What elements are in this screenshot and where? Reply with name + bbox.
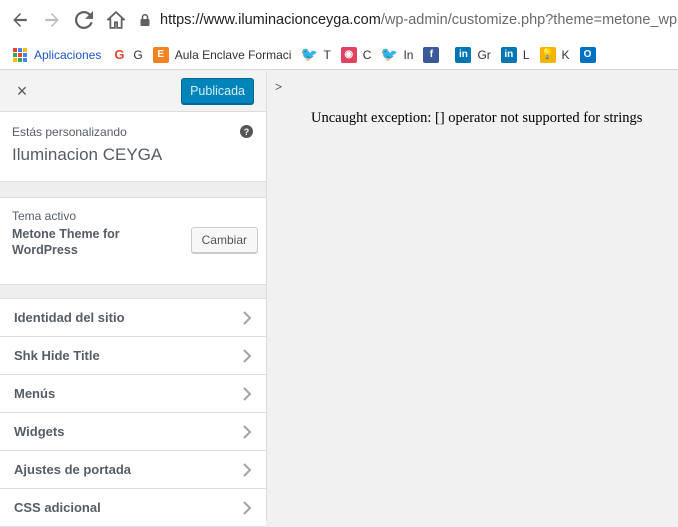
bookmark-outlook[interactable]: O bbox=[579, 46, 602, 63]
google-icon: G bbox=[114, 47, 125, 62]
reload-button[interactable] bbox=[68, 4, 100, 36]
section-list: Identidad del sitio Shk Hide Title Menús… bbox=[0, 298, 266, 527]
bookmark-label: Aula Enclave Formaci bbox=[174, 47, 292, 62]
bookmark-label: C bbox=[362, 47, 372, 62]
twitter-icon: 🐦 bbox=[300, 46, 319, 62]
section-label: Menús bbox=[14, 386, 56, 401]
browser-toolbar: https://www.iluminacionceyga.com/wp-admi… bbox=[0, 0, 678, 40]
publish-button[interactable]: Publicada bbox=[181, 78, 254, 104]
section-site-identity[interactable]: Identidad del sitio bbox=[0, 299, 266, 337]
bookmark-linkedin-l[interactable]: in L bbox=[500, 46, 530, 63]
apps-icon bbox=[12, 47, 28, 63]
bookmark-label: G bbox=[133, 47, 143, 62]
customizer-header: × Publicada bbox=[0, 71, 266, 112]
close-icon[interactable]: × bbox=[12, 81, 32, 102]
lock-icon bbox=[140, 13, 150, 26]
chevron-right-icon bbox=[243, 386, 252, 401]
bookmark-c[interactable]: ◉ C bbox=[340, 46, 372, 63]
chevron-right-icon bbox=[243, 500, 252, 515]
bookmark-twitter-t[interactable]: 🐦 T bbox=[300, 46, 331, 63]
chevron-right-icon bbox=[243, 462, 252, 477]
help-icon[interactable]: ? bbox=[240, 125, 253, 138]
chevron-right-icon bbox=[243, 310, 252, 325]
url-path: /wp-admin/customize.php?theme=metone_wp bbox=[380, 12, 678, 28]
bookmark-google[interactable]: G G bbox=[111, 47, 142, 63]
bookmark-twitter-in[interactable]: 🐦 In bbox=[380, 46, 414, 63]
bookmark-enclave[interactable]: E Aula Enclave Formaci bbox=[152, 46, 292, 63]
active-theme-panel: Tema activo Metone Theme for WordPress C… bbox=[0, 197, 266, 285]
facebook-icon: f bbox=[423, 46, 440, 63]
section-label: Ajustes de portada bbox=[14, 462, 132, 477]
section-label: Widgets bbox=[14, 424, 65, 439]
bulb-icon: 💡 bbox=[539, 46, 556, 63]
section-homepage-settings[interactable]: Ajustes de portada bbox=[0, 451, 266, 489]
customizer-sidebar: × Publicada Estás personalizando Ilumina… bbox=[0, 71, 267, 527]
section-label: CSS adicional bbox=[14, 500, 101, 515]
section-widgets[interactable]: Widgets bbox=[0, 413, 266, 451]
site-title: Iluminacion CEYGA bbox=[12, 145, 163, 164]
linkedin-icon: in bbox=[455, 46, 472, 63]
active-theme-label: Tema activo bbox=[12, 209, 77, 223]
site-info-panel: Estás personalizando Iluminacion CEYGA ? bbox=[0, 112, 266, 182]
arrow-right-icon bbox=[45, 13, 59, 27]
bookmark-label: Aplicaciones bbox=[34, 47, 102, 62]
url-host: https://www.iluminacionceyga.com bbox=[160, 12, 381, 28]
twitter-icon: 🐦 bbox=[380, 46, 399, 62]
c-icon: ◉ bbox=[340, 46, 357, 63]
section-label: Shk Hide Title bbox=[14, 348, 100, 363]
back-button[interactable] bbox=[4, 4, 36, 36]
arrow-left-icon bbox=[13, 13, 27, 27]
chevron-right-icon bbox=[243, 424, 252, 439]
theme-name: Metone Theme for WordPress bbox=[12, 227, 120, 257]
home-button[interactable] bbox=[100, 4, 132, 36]
address-bar[interactable]: https://www.iluminacionceyga.com/wp-admi… bbox=[138, 12, 678, 28]
bookmark-bulb[interactable]: 💡 K bbox=[539, 46, 570, 63]
section-additional-css[interactable]: CSS adicional bbox=[0, 489, 266, 527]
linkedin-icon: in bbox=[500, 46, 517, 63]
bookmark-label: K bbox=[561, 47, 570, 62]
section-hide-title[interactable]: Shk Hide Title bbox=[0, 337, 266, 375]
reload-icon bbox=[75, 11, 93, 29]
bookmark-apps[interactable]: Aplicaciones bbox=[12, 47, 101, 63]
section-menus[interactable]: Menús bbox=[0, 375, 266, 413]
bookmark-label: T bbox=[323, 47, 331, 62]
preview-stray-char: > bbox=[275, 79, 283, 94]
outlook-icon: O bbox=[579, 46, 596, 63]
bookmark-label: L bbox=[522, 47, 530, 62]
error-message: Uncaught exception: [] operator not supp… bbox=[311, 110, 643, 126]
bookmarks-bar: Aplicaciones G G E Aula Enclave Formaci … bbox=[0, 40, 678, 70]
bookmark-linkedin-gr[interactable]: in Gr bbox=[455, 46, 491, 63]
home-icon bbox=[107, 11, 125, 29]
bookmark-facebook[interactable]: f bbox=[423, 46, 445, 63]
preview-frame: > Uncaught exception: [] operator not su… bbox=[268, 71, 678, 521]
enclave-icon: E bbox=[152, 46, 169, 63]
bookmark-label: Gr bbox=[477, 47, 491, 62]
chevron-right-icon bbox=[243, 348, 252, 363]
bookmark-label: In bbox=[403, 47, 414, 62]
customizing-label: Estás personalizando bbox=[12, 125, 127, 139]
forward-button[interactable] bbox=[36, 4, 68, 36]
section-label: Identidad del sitio bbox=[14, 310, 125, 325]
change-theme-button[interactable]: Cambiar bbox=[190, 227, 258, 253]
